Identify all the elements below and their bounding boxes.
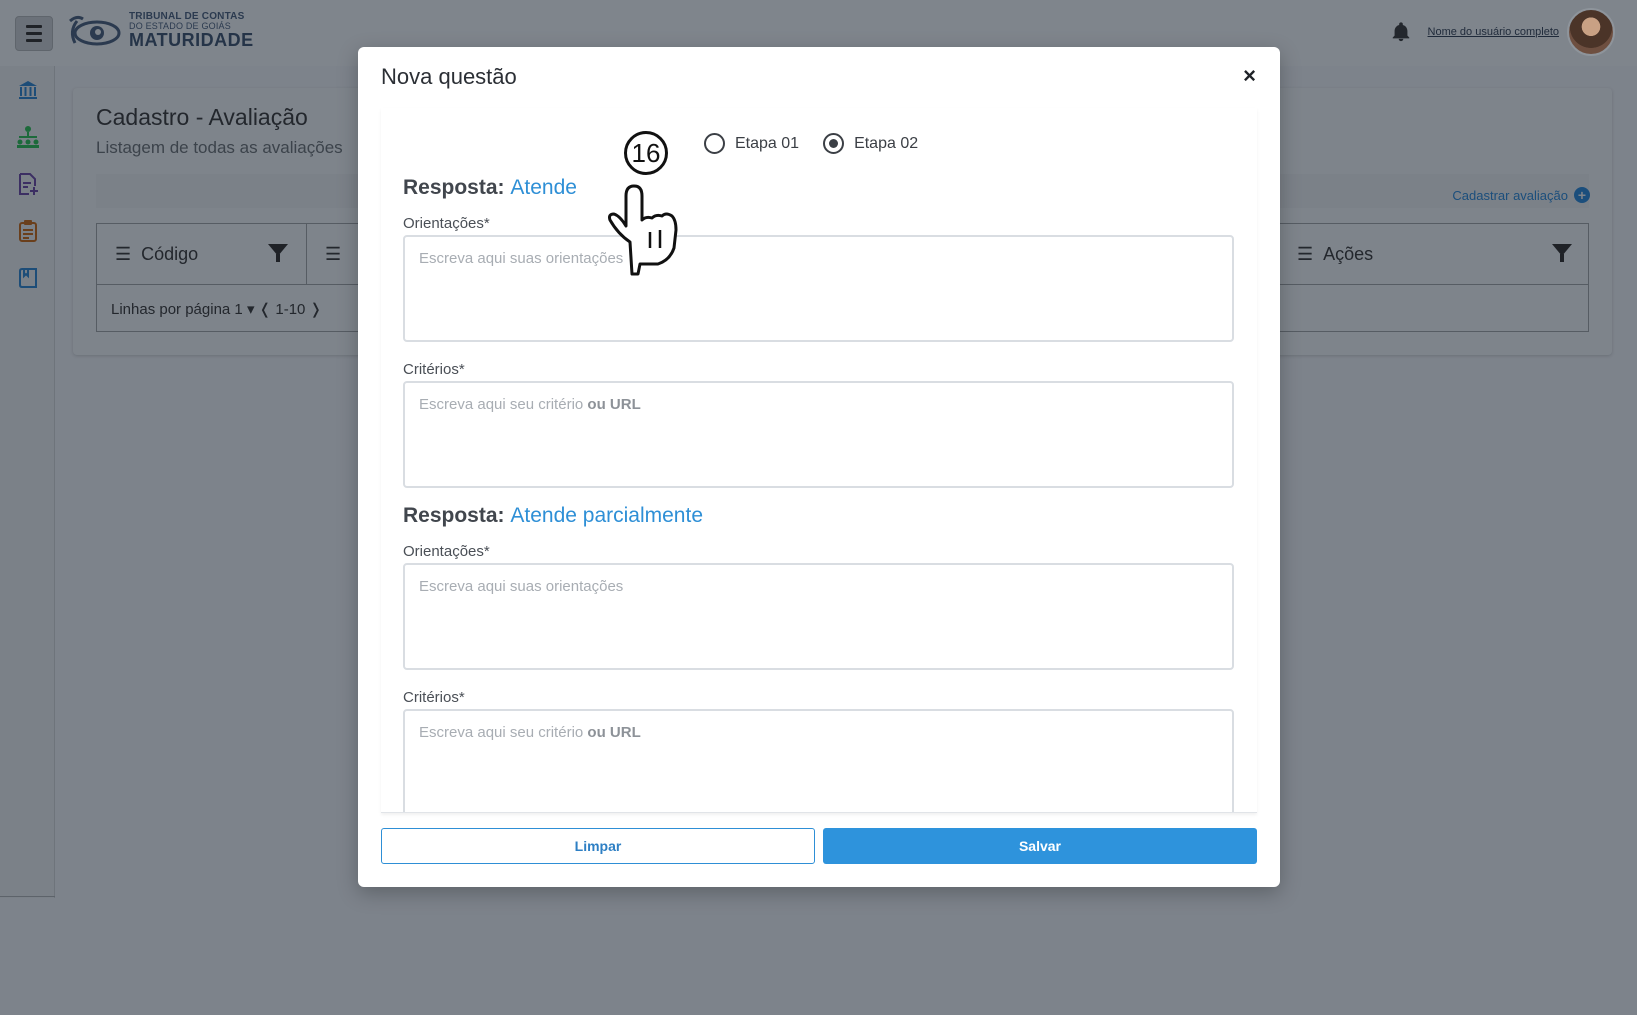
clipboard-icon[interactable] — [16, 219, 40, 243]
orientacoes-label: Orientações* — [403, 215, 490, 232]
section-prefix: Resposta: — [403, 176, 505, 199]
section-heading-atende: Resposta: Atende — [403, 176, 577, 200]
eye-logo-icon — [69, 15, 121, 45]
orientacoes-label: Orientações* — [403, 543, 490, 560]
save-button[interactable]: Salvar — [823, 828, 1257, 864]
clear-button[interactable]: Limpar — [381, 828, 815, 864]
hamburger-menu-button[interactable] — [15, 16, 53, 51]
radio-label-etapa-02[interactable]: Etapa 02 — [854, 135, 918, 153]
stage-radio-group: Etapa 01 Etapa 02 — [704, 133, 932, 154]
sidebar — [0, 66, 55, 898]
section-heading-atende-parcialmente: Resposta: Atende parcialmente — [403, 504, 703, 528]
menu-line — [26, 25, 42, 28]
pointing-hand-icon — [608, 184, 678, 276]
modal-body[interactable]: Etapa 01 Etapa 02 Resposta: Atende Orien… — [381, 108, 1257, 813]
add-evaluation-label: Cadastrar avaliação — [1452, 187, 1568, 203]
close-icon[interactable]: × — [1243, 65, 1256, 87]
textarea-placeholder-bold: ou URL — [587, 396, 641, 413]
radio-etapa-01[interactable] — [704, 133, 725, 154]
sidebar-divider — [0, 896, 55, 897]
plus-circle-icon: + — [1574, 187, 1590, 203]
add-document-icon[interactable] — [16, 172, 40, 196]
sliders-icon: ☰ — [115, 244, 132, 264]
textarea-placeholder: Escreva aqui seu critério — [419, 396, 584, 413]
new-question-modal: Nova questão × Etapa 01 Etapa 02 Respost… — [358, 47, 1280, 887]
page-title: Cadastro - Avaliação — [96, 104, 308, 130]
user-name-link[interactable]: Nome do usuário completo — [1428, 26, 1559, 38]
logo[interactable]: TRIBUNAL DE CONTAS DO ESTADO DE GOIÁS MA… — [67, 12, 254, 49]
column-header-acoes[interactable]: ☰ Ações — [1279, 224, 1590, 285]
filter-icon[interactable] — [1552, 244, 1572, 262]
orientacoes-textarea[interactable]: Escreva aqui suas orientações — [403, 235, 1234, 342]
textarea-placeholder-bold: ou URL — [587, 724, 641, 741]
criterios-textarea[interactable]: Escreva aqui seu critério ou URL — [403, 709, 1234, 812]
criterios-label: Critérios* — [403, 361, 465, 378]
institution-icon[interactable] — [16, 78, 40, 102]
org-chart-icon[interactable] — [16, 125, 40, 149]
step-number-badge: 16 — [624, 131, 668, 175]
textarea-placeholder: Escreva aqui suas orientações — [419, 578, 624, 595]
menu-line — [26, 32, 42, 35]
column-label: Código — [141, 244, 199, 264]
radio-etapa-02[interactable] — [823, 133, 845, 154]
column-label: Ações — [1323, 244, 1374, 264]
section-value: Atende parcialmente — [510, 504, 703, 527]
radio-label-etapa-01[interactable]: Etapa 01 — [735, 135, 799, 153]
sliders-icon: ☰ — [325, 244, 342, 264]
page-subtitle: Listagem de todas as avaliações — [96, 138, 343, 157]
avatar[interactable] — [1567, 8, 1615, 56]
textarea-placeholder: Escreva aqui suas orientações — [419, 250, 624, 267]
modal-title: Nova questão — [381, 64, 517, 89]
radio-selected-dot — [829, 139, 839, 148]
column-header-2[interactable]: ☰ — [307, 224, 362, 285]
notebook-icon[interactable] — [16, 266, 40, 290]
section-prefix: Resposta: — [403, 504, 505, 527]
logo-line-3: MATURIDADE — [129, 30, 254, 50]
pagination[interactable]: Linhas por página 1 ▾ ❬ 1-10 ❭ — [111, 300, 322, 318]
filter-icon[interactable] — [268, 244, 288, 262]
add-evaluation-link[interactable]: Cadastrar avaliação + — [1452, 187, 1590, 203]
column-header-codigo[interactable]: ☰ Código — [97, 224, 307, 285]
menu-line — [26, 39, 42, 42]
bell-icon[interactable] — [1390, 21, 1412, 43]
section-value: Atende — [510, 176, 577, 199]
criterios-label: Critérios* — [403, 689, 465, 706]
orientacoes-textarea[interactable]: Escreva aqui suas orientações — [403, 563, 1234, 670]
sliders-icon: ☰ — [1297, 244, 1314, 264]
criterios-textarea[interactable]: Escreva aqui seu critério ou URL — [403, 381, 1234, 488]
textarea-placeholder: Escreva aqui seu critério — [419, 724, 584, 741]
